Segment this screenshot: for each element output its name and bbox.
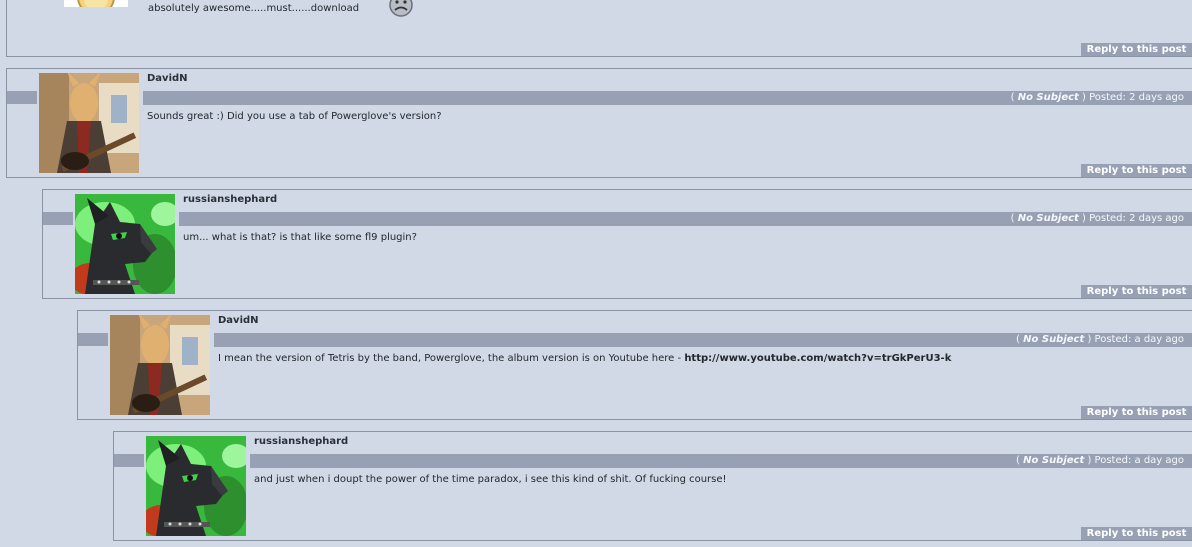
reply-button[interactable]: Reply to this post [1081,285,1192,298]
post-body: I mean the version of Tetris by the band… [218,353,951,364]
post-header-bar-left [7,91,37,104]
username[interactable]: DavidN [218,315,259,326]
reply-button[interactable]: Reply to this post [1081,164,1192,177]
post-body-text: absolutely awesome.....must......downloa… [148,3,360,14]
post: russianshephard ( No Subject ) Posted: 2… [42,189,1192,299]
post-body-text: I mean the version of Tetris by the band… [218,353,682,364]
youtube-link[interactable]: http://www.youtube.com/watch?v=trGkPerU3… [684,353,951,364]
subject-close: ) [1082,92,1086,103]
reply-button[interactable]: Reply to this post [1081,527,1192,540]
subject-text: No Subject [1023,455,1085,466]
subject-text: No Subject [1017,213,1079,224]
posted-time: Posted: a day ago [1094,455,1184,466]
post-body: um... what is that? is that like some fl… [183,232,417,243]
post: DavidN ( No Subject ) Posted: 2 days ago… [6,68,1192,178]
username[interactable]: DavidN [147,73,188,84]
subject-close: ) [1087,455,1092,466]
subject-open: ( [1016,455,1020,466]
post: russianshephard ( No Subject ) Posted: a… [113,431,1192,541]
post-header-bar: ( No Subject ) Posted: a day ago [214,333,1192,347]
avatar[interactable] [75,194,175,294]
post-body: absolutely awesome.....must......downloa… [148,3,359,14]
posted-time: Posted: 2 days ago [1089,213,1184,224]
subject-text: No Subject [1017,92,1079,103]
posted-time: Posted: 2 days ago [1089,92,1184,103]
subject-close: ) [1087,334,1092,345]
username[interactable]: russianshephard [254,436,348,447]
post-body: and just when i doupt the power of the t… [254,474,727,485]
post-header-bar: ( No Subject ) Posted: a day ago [250,454,1192,468]
avatar[interactable] [110,315,210,415]
avatar[interactable] [146,436,246,536]
subject-open: ( [1016,334,1020,345]
avatar[interactable] [64,0,128,7]
post-body: Sounds great :) Did you use a tab of Pow… [147,111,442,122]
username[interactable]: russianshephard [183,194,277,205]
sad-face-icon [389,0,413,17]
subject-open: ( [1010,213,1015,224]
post-header-bar-left [78,333,108,346]
post-header-bar: ( No Subject ) Posted: 2 days ago [143,91,1192,105]
post-header-bar: ( No Subject ) Posted: 2 days ago [179,212,1192,226]
reply-button[interactable]: Reply to this post [1081,43,1192,56]
posted-time: Posted: a day ago [1094,334,1184,345]
subject-close: ) [1082,213,1086,224]
subject-open: ( [1010,92,1015,103]
post-header-bar-left [43,212,73,225]
subject-text: No Subject [1023,334,1085,345]
post: DavidN ( No Subject ) Posted: a day ago … [77,310,1192,420]
post-top: absolutely awesome.....must......downloa… [6,0,1192,57]
post-header-bar-left [114,454,144,467]
avatar[interactable] [39,73,139,173]
reply-button[interactable]: Reply to this post [1081,406,1192,419]
